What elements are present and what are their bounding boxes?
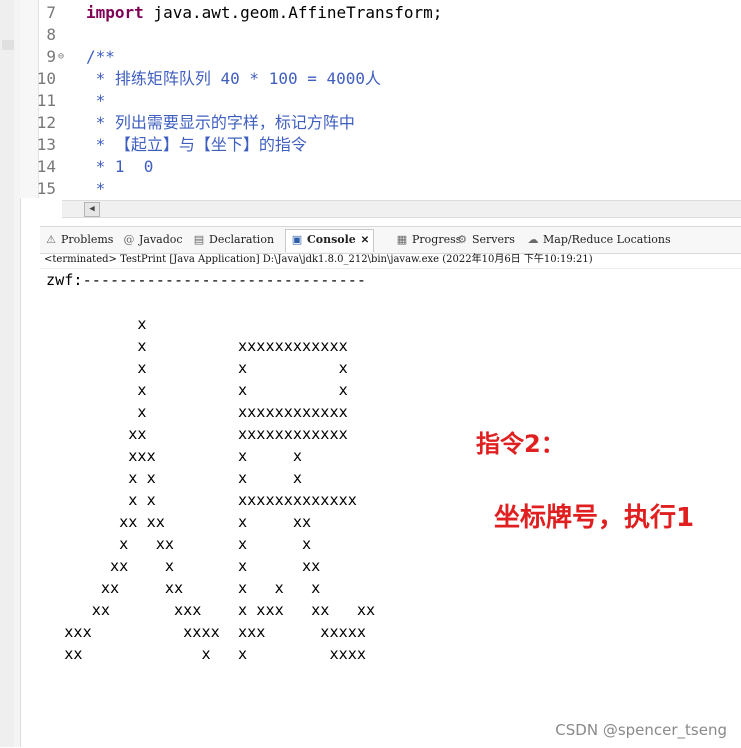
editor-line: 8 bbox=[20, 24, 741, 46]
code-text: * 排练矩阵队列 40 * 100 = 4000人 bbox=[86, 68, 381, 90]
console-status-line: <terminated> TestPrint [Java Application… bbox=[44, 254, 593, 265]
code-text: * bbox=[86, 178, 106, 198]
line-number: 12 bbox=[36, 113, 56, 132]
tab-map-reduce-locations[interactable]: ☁ Map/Reduce Locations bbox=[526, 230, 671, 250]
comment-text: * 【起立】与【坐下】的指令 bbox=[86, 135, 307, 154]
progress-icon: ▦ bbox=[396, 233, 408, 246]
editor-line: 12 * 列出需要显示的字样，标记方阵中 bbox=[20, 112, 741, 134]
comment-text: * 列出需要显示的字样，标记方阵中 bbox=[86, 113, 355, 132]
editor-line: 9 ⊖ /** bbox=[20, 46, 741, 68]
watermark-text: CSDN @spencer_tseng bbox=[555, 721, 727, 739]
line-number: 7 bbox=[46, 3, 56, 22]
annotation-coordinate: 坐标牌号，执行1 bbox=[494, 503, 695, 533]
tab-javadoc[interactable]: @ Javadoc bbox=[122, 230, 183, 250]
comment-text: * 排练矩阵队列 40 * 100 = 4000人 bbox=[86, 69, 382, 88]
console-icon: ▣ bbox=[291, 233, 303, 246]
servers-icon: ⚙ bbox=[457, 233, 467, 246]
declaration-icon: ▤ bbox=[193, 233, 205, 246]
code-text: * 【起立】与【坐下】的指令 bbox=[86, 134, 307, 156]
line-number: 9 bbox=[46, 47, 56, 66]
close-icon[interactable]: ✕ bbox=[361, 235, 369, 246]
javadoc-icon: @ bbox=[123, 233, 135, 246]
tab-label: Javadoc bbox=[139, 233, 183, 246]
code-text-rest: java.awt.geom.AffineTransform; bbox=[143, 3, 443, 22]
left-window-strip bbox=[0, 0, 21, 747]
code-text: /** bbox=[86, 46, 115, 68]
annotation-command: 指令2： bbox=[476, 430, 565, 458]
left-strip-edge bbox=[0, 0, 14, 747]
comment-text: * bbox=[86, 179, 106, 198]
code-text: import java.awt.geom.AffineTransform; bbox=[86, 2, 442, 24]
mapreduce-icon: ☁ bbox=[527, 233, 539, 246]
line-number: 8 bbox=[46, 25, 56, 44]
tab-declaration[interactable]: ▤ Declaration bbox=[192, 230, 274, 250]
strip-marker bbox=[2, 40, 14, 50]
tab-label: Progress bbox=[412, 233, 462, 246]
code-text: * bbox=[86, 90, 106, 112]
comment-text: * bbox=[86, 91, 106, 110]
editor-line: 11 * bbox=[20, 90, 741, 112]
code-text: * 列出需要显示的字样，标记方阵中 bbox=[86, 112, 355, 134]
editor-line: 13 * 【起立】与【坐下】的指令 bbox=[20, 134, 741, 156]
tab-label: Problems bbox=[61, 233, 114, 246]
scroll-left-arrow-icon[interactable]: ◀ bbox=[84, 202, 100, 217]
fold-toggle-icon[interactable]: ⊖ bbox=[58, 46, 64, 68]
line-number: 13 bbox=[36, 135, 56, 154]
tab-label: Servers bbox=[472, 233, 515, 246]
problems-icon: ⚠ bbox=[46, 233, 56, 246]
code-text: * 1 0 bbox=[86, 156, 154, 178]
view-tab-bar: ⚠ Problems @ Javadoc ▤ Declaration ▣ Console ✕ ▦ P… bbox=[40, 226, 741, 254]
editor-horizontal-scrollbar[interactable]: ◀ bbox=[62, 200, 741, 218]
editor-line: 10 * 排练矩阵队列 40 * 100 = 4000人 bbox=[20, 68, 741, 90]
tab-label: Declaration bbox=[209, 233, 275, 246]
line-number: 10 bbox=[36, 69, 56, 88]
tab-servers[interactable]: ⚙ Servers bbox=[455, 230, 515, 250]
tab-progress[interactable]: ▦ Progress bbox=[395, 230, 462, 250]
tab-label: Map/Reduce Locations bbox=[543, 233, 671, 246]
line-number: 15 bbox=[36, 179, 56, 198]
editor-line: 14 * 1 0 bbox=[20, 156, 741, 178]
line-number: 14 bbox=[36, 157, 56, 176]
comment-text: * 1 0 bbox=[86, 157, 154, 176]
console-output-text: zwf:------------------------------- x x … bbox=[46, 271, 376, 663]
editor-line: 15 * bbox=[20, 178, 741, 198]
editor-line: 7 import java.awt.geom.AffineTransform; bbox=[20, 2, 741, 24]
comment-text: /** bbox=[86, 47, 115, 66]
tab-problems[interactable]: ⚠ Problems bbox=[44, 230, 113, 250]
keyword: import bbox=[86, 3, 144, 22]
tab-label: Console bbox=[307, 233, 356, 246]
line-number: 11 bbox=[36, 91, 56, 110]
code-editor[interactable]: 7 import java.awt.geom.AffineTransform; 8 9… bbox=[20, 0, 741, 198]
tab-console[interactable]: ▣ Console ✕ bbox=[285, 229, 375, 252]
